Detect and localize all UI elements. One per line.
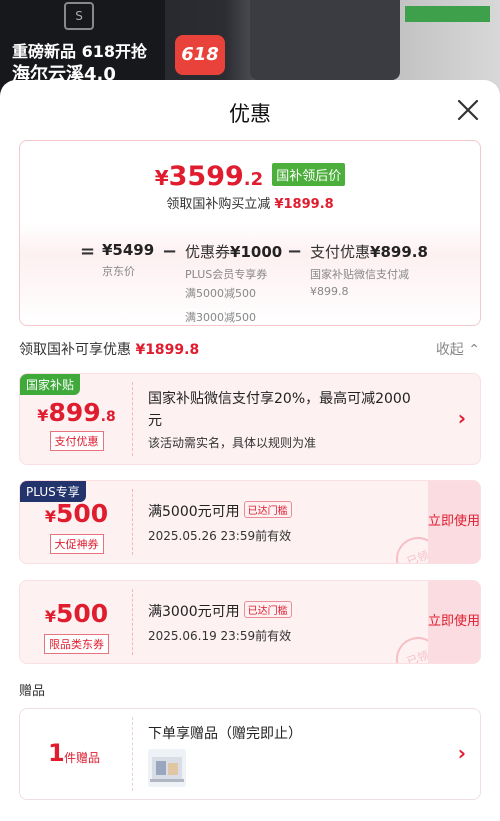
subsidy-text: 领取国补购买立减 (166, 197, 271, 212)
coupon-expiry: 2025.06.19 23:59前有效 (148, 629, 292, 643)
coupon-line-1: 国家补贴微信支付享20%，最高可减2000 (148, 391, 411, 407)
coupon-amount: ¥899.8 (20, 398, 133, 427)
minus-sign: − (162, 241, 178, 262)
subsidy-amount: ¥1899.8 (274, 197, 334, 212)
sheet-title: 优惠 (229, 102, 271, 126)
equals-sign: = (80, 241, 96, 262)
discount-sheet: 优惠 ¥3599.2 国补领后价 领取国补购买立减 ¥1899.8 = ¥549… (0, 80, 500, 821)
coupon-currency: ¥ (44, 607, 56, 626)
price-currency: ¥ (154, 166, 169, 190)
coupon-currency: ¥ (37, 406, 49, 425)
coupon-amount-int: 500 (55, 499, 109, 528)
coupon-condition-text: 满3000元可用 (148, 604, 240, 620)
jd-price-col: ¥5499 京东价 (102, 241, 154, 279)
coupon-expiry: 2025.05.26 23:59前有效 (148, 529, 292, 543)
jd-price-label: 京东价 (102, 265, 135, 278)
price-decimal: .2 (243, 169, 264, 190)
coupon-label: 优惠券 (185, 243, 231, 261)
coupon-divider (132, 589, 133, 655)
coupon-divider (132, 382, 133, 456)
coupon-type-label: 限品类东券 (20, 633, 133, 654)
gift-count-label: 件赠品 (64, 751, 101, 765)
coupon-amount: ¥500 (20, 599, 133, 628)
jd-price-value: ¥5499 (102, 241, 155, 259)
pay-value: ¥899.8 (370, 243, 428, 261)
gift-divider (132, 717, 133, 791)
section-title-text: 领取国补可享优惠 (19, 342, 131, 358)
brand-logo-icon: S (64, 2, 94, 30)
subsidy-line: 领取国补购买立减 ¥1899.8 (20, 193, 480, 212)
use-now-button[interactable]: 立即使用 (428, 581, 480, 663)
collapse-label: 收起 (435, 342, 464, 358)
final-price: ¥3599.2 国补领后价 (20, 161, 480, 192)
gift-section-title: 赠品 (19, 684, 46, 699)
pay-label: 支付优惠 (310, 243, 371, 261)
use-now-button[interactable]: 立即使用 (428, 481, 480, 563)
section-title: 领取国补可享优惠 ¥1899.8 (19, 339, 199, 359)
gift-product-image (148, 749, 186, 787)
chevron-up-icon: ⌃ (468, 342, 480, 358)
coupon-amount-int: 899 (48, 398, 101, 427)
gift-title: 下单享赠品（赠完即止） (148, 726, 302, 742)
pay-sub-2: ¥899.8 (310, 285, 349, 298)
price-summary-card: ¥3599.2 国补领后价 领取国补购买立减 ¥1899.8 = ¥5499 京… (19, 140, 481, 326)
coupon-condition: 满5000元可用 已达门槛 (148, 501, 292, 521)
section-title-amount: ¥1899.8 (135, 342, 200, 358)
coupon-amount: ¥500 (20, 499, 133, 528)
coupon-card-plus[interactable]: PLUS专享 ¥500 大促神券 满5000元可用 已达门槛 2025.05.26… (19, 480, 481, 564)
gift-card[interactable]: 1 件赠品 下单享赠品（赠完即止） › (19, 708, 481, 800)
gift-count: 1 (48, 739, 65, 767)
coupon-sub: PLUS会员专享券 (185, 268, 268, 281)
close-icon[interactable] (454, 96, 482, 124)
coupon-currency: ¥ (44, 507, 56, 526)
collapse-button[interactable]: 收起 ⌃ (436, 339, 480, 359)
coupon-amount-dec: .8 (100, 409, 116, 425)
coupon-condition: 满3000元可用 已达门槛 (148, 601, 292, 621)
price-integer: 3599 (168, 161, 244, 192)
coupon-sub-2: 满5000减500 (185, 287, 256, 300)
pay-sub: 国家补贴微信支付减 (310, 268, 409, 281)
coupon-amount-int: 500 (55, 599, 109, 628)
coupon-card-subsidy[interactable]: 国家补贴 ¥899.8 支付优惠 国家补贴微信支付享20%，最高可减2000 元… (19, 373, 481, 465)
coupon-line-2: 该活动需实名，具体以规则为准 (148, 436, 317, 450)
coupon-line-1b: 元 (148, 413, 162, 429)
coupon-card-category[interactable]: ¥500 限品类东券 满3000元可用 已达门槛 2025.06.19 23:59… (19, 580, 481, 664)
coupon-type-label: 大促神券 (20, 533, 133, 554)
coupon-col: 优惠券¥1000 PLUS会员专享券 满5000减500 满3000减500 (185, 241, 282, 325)
price-tag: 国补领后价 (272, 163, 346, 186)
coupon-value: ¥1000 (230, 243, 283, 261)
washer-image (250, 0, 400, 80)
coupon-badge: 国家补贴 (20, 374, 81, 395)
chevron-right-icon[interactable]: › (458, 741, 466, 765)
pay-col: 支付优惠¥899.8 国家补贴微信支付减 ¥899.8 (310, 241, 428, 298)
banner-headline: 重磅新品 618开抢 (12, 42, 147, 61)
minus-sign-2: − (287, 241, 303, 262)
chevron-right-icon[interactable]: › (458, 406, 466, 430)
coupon-sub-3: 满3000减500 (185, 311, 256, 324)
price-breakdown: = ¥5499 京东价 − 优惠券¥1000 PLUS会员专享券 满5000减5… (20, 241, 480, 324)
threshold-tag: 已达门槛 (243, 501, 292, 518)
coupon-divider (132, 489, 133, 555)
threshold-tag: 已达门槛 (243, 601, 292, 618)
banner-618-badge: 618 (175, 35, 225, 75)
coupon-type-label: 支付优惠 (20, 430, 133, 451)
banner-green-strip (405, 6, 490, 22)
coupon-condition-text: 满5000元可用 (148, 504, 240, 520)
